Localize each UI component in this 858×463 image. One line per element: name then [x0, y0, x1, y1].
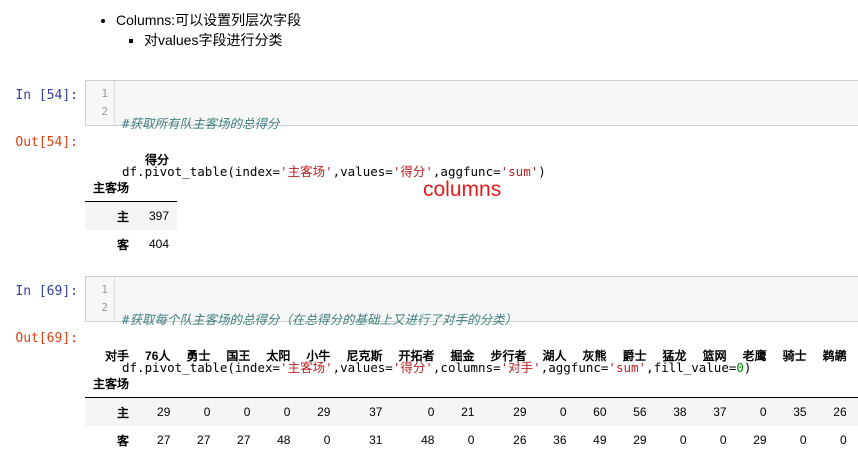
- columns-name: 对手: [105, 348, 130, 363]
- table-cell: 0: [390, 397, 443, 426]
- table-cell: 21: [442, 397, 483, 426]
- table-cell: 36: [553, 433, 567, 447]
- column-header: 小牛: [306, 348, 331, 363]
- table-cell: 26: [513, 433, 527, 447]
- line-number: 2: [101, 301, 108, 314]
- column-header: 得分: [145, 152, 170, 167]
- output-table-54: 得分 主客场 主 397 客 404: [85, 145, 178, 258]
- column-header: 爵士: [622, 348, 647, 363]
- table-cell: 26: [814, 397, 855, 426]
- bullet-columns: Columns:可以设置列层次字段: [116, 10, 301, 30]
- table-cell: 29: [482, 397, 535, 426]
- index-name: 主客场: [85, 173, 138, 202]
- table-cell: 27: [237, 433, 251, 447]
- line-number: 2: [101, 105, 108, 118]
- row-label: 主: [85, 397, 138, 426]
- table-cell: 31: [369, 433, 383, 447]
- table-cell: 56: [614, 397, 655, 426]
- table-cell: 35: [774, 397, 815, 426]
- table-cell: 29: [753, 433, 767, 447]
- table-cell: 0: [534, 397, 575, 426]
- column-header: 国王: [226, 348, 251, 363]
- table-row: 客 404: [85, 230, 177, 258]
- index-name: 主客场: [85, 369, 138, 398]
- table-cell: 0: [218, 397, 259, 426]
- in-prompt-69: In [69]:: [15, 284, 78, 299]
- bullet-values: 对values字段进行分类: [144, 30, 301, 50]
- table-cell: 0: [734, 397, 775, 426]
- column-header: 太阳: [266, 348, 291, 363]
- row-label: 客: [117, 237, 130, 252]
- table-row: 客 27 27 27 48 0 31 48 0 26 36 49 29 0 0 29 0 0 27: [85, 426, 858, 454]
- line-number: 1: [101, 87, 108, 100]
- column-header: 老鹰: [742, 348, 767, 363]
- table-cell: 404: [149, 237, 170, 251]
- table-cell: 0: [679, 433, 687, 447]
- code-comment: #获取所有队主客场的总得分: [122, 116, 280, 131]
- column-header: 骑士: [782, 348, 807, 363]
- table-cell: 48: [421, 433, 435, 447]
- table-cell: 27: [197, 433, 211, 447]
- table-cell: 37: [338, 397, 391, 426]
- out-prompt-69: Out[69]:: [15, 331, 78, 346]
- column-header: 黄蜂: [855, 341, 858, 369]
- markdown-cell: Columns:可以设置列层次字段 对values字段进行分类: [96, 10, 301, 50]
- column-header: 掘金: [450, 348, 475, 363]
- column-header: 尼克斯: [346, 348, 383, 363]
- table-cell: 29: [137, 397, 179, 426]
- table-cell: 38: [654, 397, 695, 426]
- table-cell: 27: [855, 426, 858, 454]
- table-cell: 0: [719, 433, 727, 447]
- output-table-69: 对手 76人 勇士 国王 太阳 小牛 尼克斯 开拓者 掘金 步行者 湖人 灰熊 爵士 猛龙 篮网 老鹰 骑士 鹈鹕…: [85, 341, 858, 454]
- table-cell: 397: [137, 201, 178, 230]
- table-row: 主 397: [85, 201, 178, 230]
- table-cell: 48: [277, 433, 291, 447]
- table-cell: 0: [323, 433, 331, 447]
- line-number-gutter: 1 2: [86, 81, 115, 125]
- column-header: 76人: [145, 348, 171, 363]
- table-cell: 0: [839, 433, 847, 447]
- table-cell: 60: [574, 397, 615, 426]
- table-cell: 0: [854, 397, 858, 426]
- table-row: 主29000293702129060563837035260: [85, 397, 858, 426]
- row-label: 客: [117, 433, 130, 448]
- column-header: 篮网: [702, 348, 727, 363]
- column-header: 湖人: [542, 348, 567, 363]
- code-cell-69[interactable]: 1 2 #获取每个队主客场的总得分（在总得分的基础上又进行了对手的分类） df.…: [85, 276, 858, 375]
- column-header: 勇士: [186, 348, 211, 363]
- table-cell: 29: [298, 397, 339, 426]
- column-header: 鹈鹕: [822, 348, 847, 363]
- row-label: 主: [85, 201, 138, 230]
- column-header: 步行者: [490, 348, 527, 363]
- table-cell: 0: [467, 433, 475, 447]
- table-cell: 37: [694, 397, 735, 426]
- table-cell: 49: [593, 433, 607, 447]
- table-cell: 0: [258, 397, 299, 426]
- table-cell: 0: [799, 433, 807, 447]
- code-cell-54[interactable]: 1 2 #获取所有队主客场的总得分 df.pivot_table(index='…: [85, 80, 858, 179]
- table-cell: 0: [178, 397, 219, 426]
- code-comment: #获取每个队主客场的总得分（在总得分的基础上又进行了对手的分类）: [122, 312, 518, 327]
- column-header: 开拓者: [398, 348, 435, 363]
- line-number-gutter: 1 2: [86, 277, 115, 321]
- column-header: 猛龙: [662, 348, 687, 363]
- line-number: 1: [101, 283, 108, 296]
- table-cell: 29: [633, 433, 647, 447]
- in-prompt-54: In [54]:: [15, 88, 78, 103]
- table-cell: 27: [157, 433, 171, 447]
- out-prompt-54: Out[54]:: [15, 135, 78, 150]
- columns-annotation: columns: [423, 178, 502, 201]
- column-header: 灰熊: [582, 348, 607, 363]
